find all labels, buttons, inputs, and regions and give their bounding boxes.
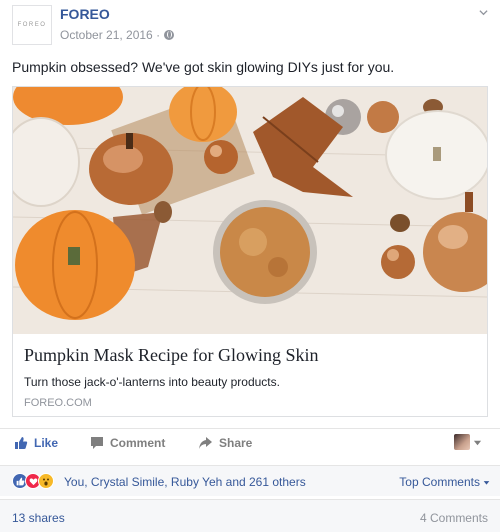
thumbs-up-icon — [15, 437, 28, 449]
reactions-row: You, Crystal Simile, Ruby Yeh and 261 ot… — [0, 466, 500, 496]
post-date-text: October 21, 2016 · — [60, 28, 161, 42]
like-label: Like — [34, 436, 59, 450]
page-avatar[interactable]: FOREO — [12, 5, 52, 45]
pumpkin-scene-image — [13, 87, 487, 334]
like-button[interactable]: Like — [14, 436, 58, 450]
share-arrow-icon — [199, 437, 212, 449]
link-domain: FOREO.COM — [24, 397, 92, 409]
chevron-down-icon[interactable] — [479, 8, 488, 17]
wow-reaction-icon — [38, 473, 54, 489]
top-comments-label: Top Comments — [399, 475, 480, 489]
shares-count-link[interactable]: 13 shares — [12, 511, 65, 525]
comment-icon — [91, 437, 103, 449]
facebook-post: FOREO FOREO October 21, 2016 · Pumpkin o… — [0, 0, 500, 532]
viewer-selector[interactable] — [454, 434, 482, 450]
caret-down-icon — [473, 440, 482, 445]
link-title[interactable]: Pumpkin Mask Recipe for Glowing Skin — [24, 345, 319, 366]
comment-label: Comment — [110, 436, 166, 450]
globe-icon — [164, 30, 175, 40]
link-description: Turn those jack-o'-lanterns into beauty … — [24, 375, 280, 389]
post-message: Pumpkin obsessed? We've got skin glowing… — [12, 59, 395, 75]
link-preview-card[interactable]: Pumpkin Mask Recipe for Glowing Skin Tur… — [12, 86, 488, 417]
footer-row: 13 shares 4 Comments — [0, 500, 500, 532]
share-label: Share — [219, 436, 253, 450]
comments-count-link[interactable]: 4 Comments — [420, 511, 488, 525]
page-name-link[interactable]: FOREO — [60, 6, 110, 22]
avatar-logo-text: FOREO — [17, 22, 47, 28]
reaction-icons[interactable] — [12, 473, 54, 489]
reactors-summary[interactable]: You, Crystal Simile, Ruby Yeh and 261 ot… — [64, 475, 306, 489]
action-bar: Like Comment Share — [12, 430, 488, 462]
comment-button[interactable]: Comment — [90, 436, 165, 450]
viewer-avatar — [454, 434, 470, 450]
share-button[interactable]: Share — [198, 436, 252, 450]
post-timestamp[interactable]: October 21, 2016 · — [60, 28, 175, 42]
caret-down-icon — [483, 480, 490, 485]
action-divider-top — [0, 428, 500, 429]
link-preview-image[interactable] — [13, 87, 487, 334]
top-comments-dropdown[interactable]: Top Comments — [399, 475, 490, 489]
